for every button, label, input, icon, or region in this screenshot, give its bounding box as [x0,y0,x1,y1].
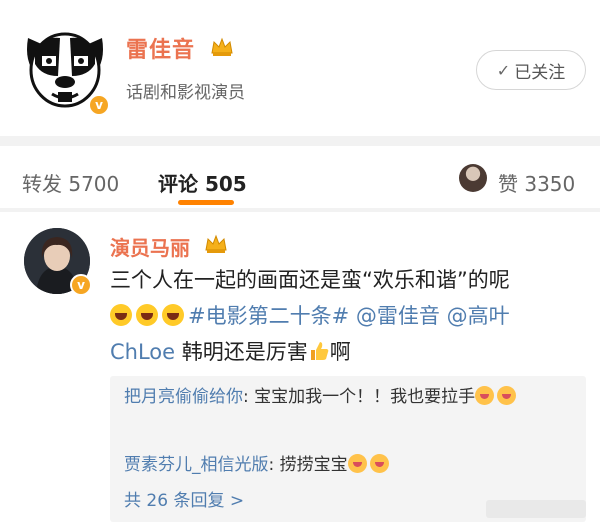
verify-badge-icon: v [88,94,110,116]
tab-likes[interactable]: 赞 3350 [498,168,575,197]
thumbs-up-icon [310,342,329,360]
author-description: 话剧和影视演员 [126,83,245,103]
mention-link-tail[interactable]: ChLoe [110,340,175,364]
more-replies-link[interactable]: 共 26 条回复 > [124,486,244,511]
comment-text-segment: 韩明还是厉害 [181,340,308,364]
hashtag-link[interactable]: #电影第二十条# [188,304,349,328]
mention-link[interactable]: @高叶 [447,304,510,328]
watermark [486,500,586,518]
emoji-grin-icon [347,454,367,473]
crown-icon [205,234,227,253]
comment-line-3: ChLoe 韩明还是厉害 啊 [110,334,578,370]
followed-button[interactable]: ✓ 已关注 [476,50,586,90]
comment-text-end: 啊 [329,340,351,364]
crown-icon [211,37,233,56]
check-icon: ✓ [496,60,511,80]
tab-repost[interactable]: 转发 5700 [22,168,119,197]
emoji-grin-icon [110,304,132,326]
reply-author[interactable]: 贾素芬儿_相信光版 [124,455,269,475]
comment-item: v 演员马丽 三个人在一起的画面还是蛮“欢乐和谐”的呢 #电影第二十条# @雷佳… [0,212,600,528]
post-author-card: v 雷佳音 话剧和影视演员 ✓ 已关注 [0,0,600,136]
reply-item[interactable]: 把月亮偷偷给你: 宝宝加我一个！！我也要拉手 [124,382,574,412]
reply-item[interactable]: 贾素芬儿_相信光版: 捞捞宝宝 [124,450,574,480]
emoji-grin-icon [136,304,158,326]
author-name[interactable]: 雷佳音 [126,32,195,64]
reply-author[interactable]: 把月亮偷偷给你 [124,387,243,407]
reply-text: : 捞捞宝宝 [268,455,348,475]
emoji-grin-icon [369,454,389,473]
tab-comments[interactable]: 评论 505 [158,168,247,197]
active-tab-indicator [178,200,234,205]
emoji-tongue-icon [497,386,517,405]
reply-text: : 宝宝加我一个！！我也要拉手 [243,387,476,407]
follow-label: 已关注 [514,62,566,83]
emoji-tongue-icon [475,386,495,405]
comment-line-1: 三个人在一起的画面还是蛮“欢乐和谐”的呢 [110,268,510,292]
commenter-name[interactable]: 演员马丽 [110,232,190,261]
emoji-grin-icon [162,304,184,326]
mention-link[interactable]: @雷佳音 [356,304,440,328]
comment-line-2: #电影第二十条# @雷佳音 @高叶 [110,298,578,334]
liker-avatar [459,164,487,192]
comment-body: 三个人在一起的画面还是蛮“欢乐和谐”的呢 #电影第二十条# @雷佳音 @高叶 C… [110,262,578,370]
verify-badge-icon: v [70,274,92,296]
